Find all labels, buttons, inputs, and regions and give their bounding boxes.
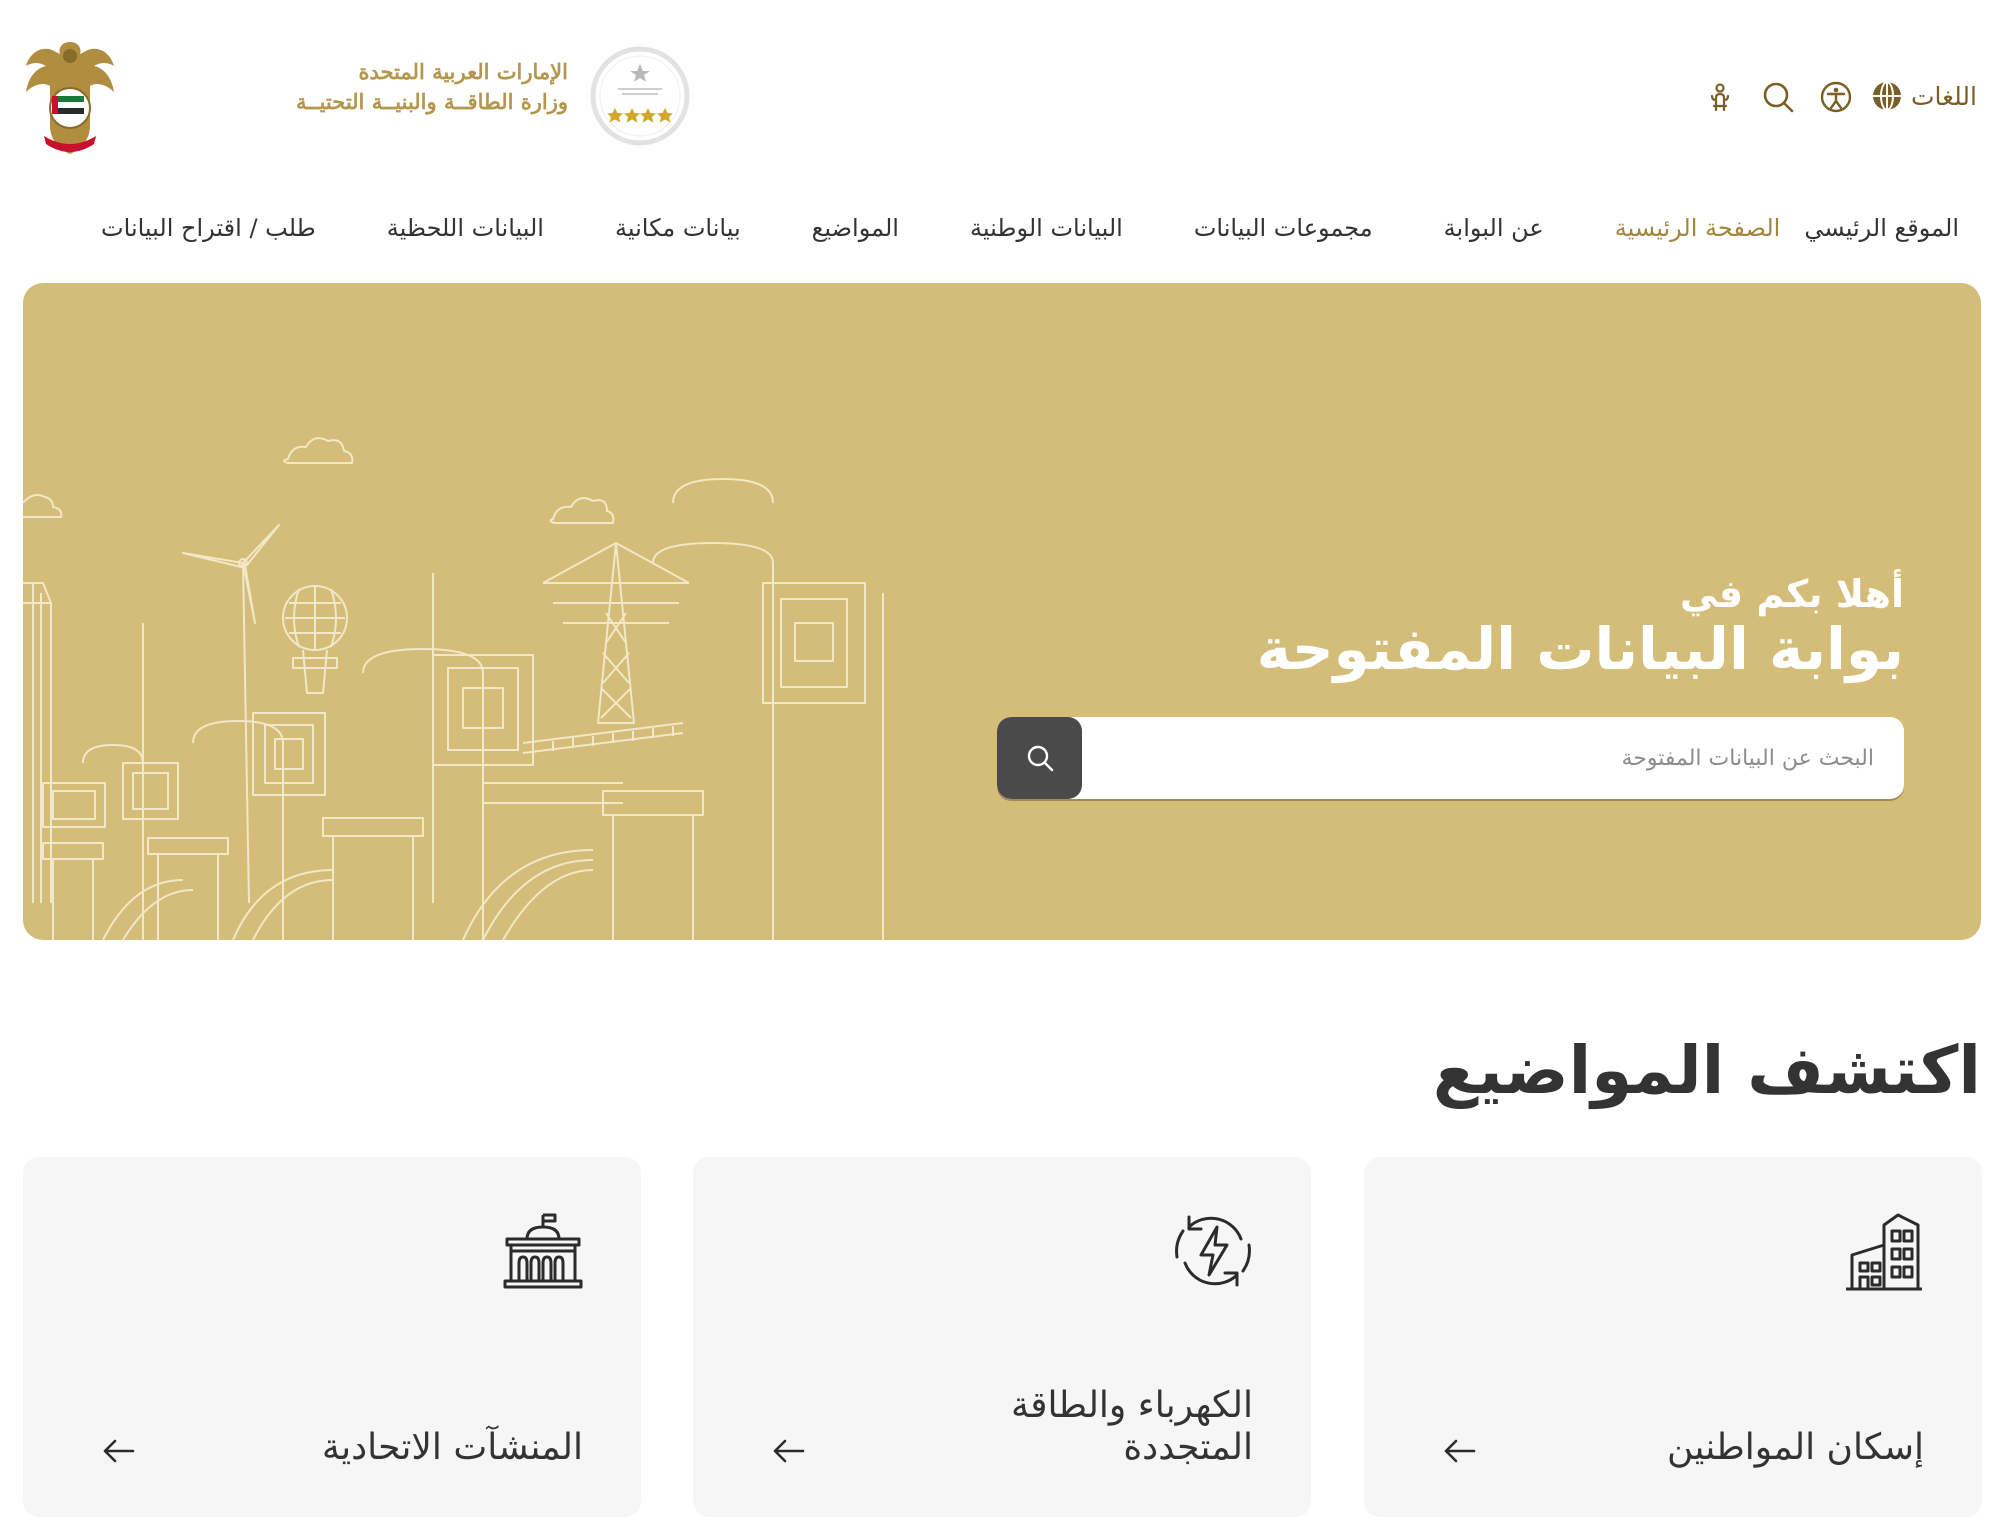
globe-icon: [1872, 81, 1901, 111]
main-navigation: الموقع الرئيسي الصفحة الرئيسية عن البواب…: [101, 214, 1959, 242]
search-icon: [1027, 745, 1053, 772]
topic-card-label: المنشآت الاتحادية: [321, 1427, 583, 1468]
languages-button[interactable]: اللغات: [1871, 80, 1977, 112]
nav-item-request-data[interactable]: طلب / اقتراح البيانات: [101, 214, 316, 242]
search-icon[interactable]: [1761, 80, 1795, 114]
topic-card-label: إسكان المواطنين: [1666, 1427, 1924, 1468]
nav-item-main-site[interactable]: الموقع الرئيسي: [1804, 214, 1959, 242]
nav-item-spatial-data[interactable]: بيانات مكانية: [615, 214, 741, 242]
topics-section-title: اكتشف المواضيع: [1432, 1032, 1981, 1109]
four-star-badge-logo: [590, 46, 690, 146]
arrow-left-icon: [103, 1439, 135, 1463]
ministry-name: الإمارات العربية المتحدة وزارة الطاقــة …: [138, 58, 568, 118]
hero-title: بوابة البيانات المفتوحة: [1256, 615, 1904, 683]
hero-search-box: [997, 717, 1904, 799]
ministry-line-country: الإمارات العربية المتحدة: [358, 59, 568, 84]
hero-greeting: أهلا بكم في: [1679, 572, 1904, 616]
search-button[interactable]: [997, 717, 1082, 799]
arrow-left-icon: [1444, 1439, 1476, 1463]
nav-item-datasets[interactable]: مجموعات البيانات: [1194, 214, 1373, 242]
nav-item-home[interactable]: الصفحة الرئيسية: [1615, 214, 1781, 242]
buildings-icon: [1846, 1213, 1922, 1291]
arrow-left-icon: [773, 1439, 805, 1463]
topic-card-label: الكهرباء والطاقة المتجددة: [1010, 1385, 1253, 1468]
energy-infrastructure-illustration: [23, 437, 884, 940]
site-header: الإمارات العربية المتحدة وزارة الطاقــة …: [0, 0, 1999, 195]
accessibility-icon[interactable]: [1819, 80, 1853, 114]
hero-banner: أهلا بكم في بوابة البيانات المفتوحة: [23, 283, 1981, 940]
uae-emblem-logo[interactable]: [22, 36, 118, 160]
renewable-energy-icon: [1175, 1215, 1251, 1287]
languages-label: اللغات: [1910, 81, 1977, 111]
topic-card-federal-facilities[interactable]: المنشآت الاتحادية: [23, 1157, 641, 1517]
nav-item-topics[interactable]: المواضيع: [812, 214, 899, 242]
nav-item-realtime-data[interactable]: البيانات اللحظية: [387, 214, 544, 242]
search-input[interactable]: [1104, 717, 1904, 799]
sign-language-icon[interactable]: [1703, 80, 1737, 114]
ministry-line-ministry: وزارة الطاقــة والبنيــة التحتيــة: [296, 89, 568, 114]
nav-item-national-data[interactable]: البيانات الوطنية: [970, 214, 1123, 242]
topic-card-citizens-housing[interactable]: إسكان المواطنين: [1364, 1157, 1982, 1517]
federal-building-icon: [503, 1213, 583, 1289]
topic-card-renewable-energy[interactable]: الكهرباء والطاقة المتجددة: [693, 1157, 1311, 1517]
nav-item-about[interactable]: عن البوابة: [1444, 214, 1544, 242]
